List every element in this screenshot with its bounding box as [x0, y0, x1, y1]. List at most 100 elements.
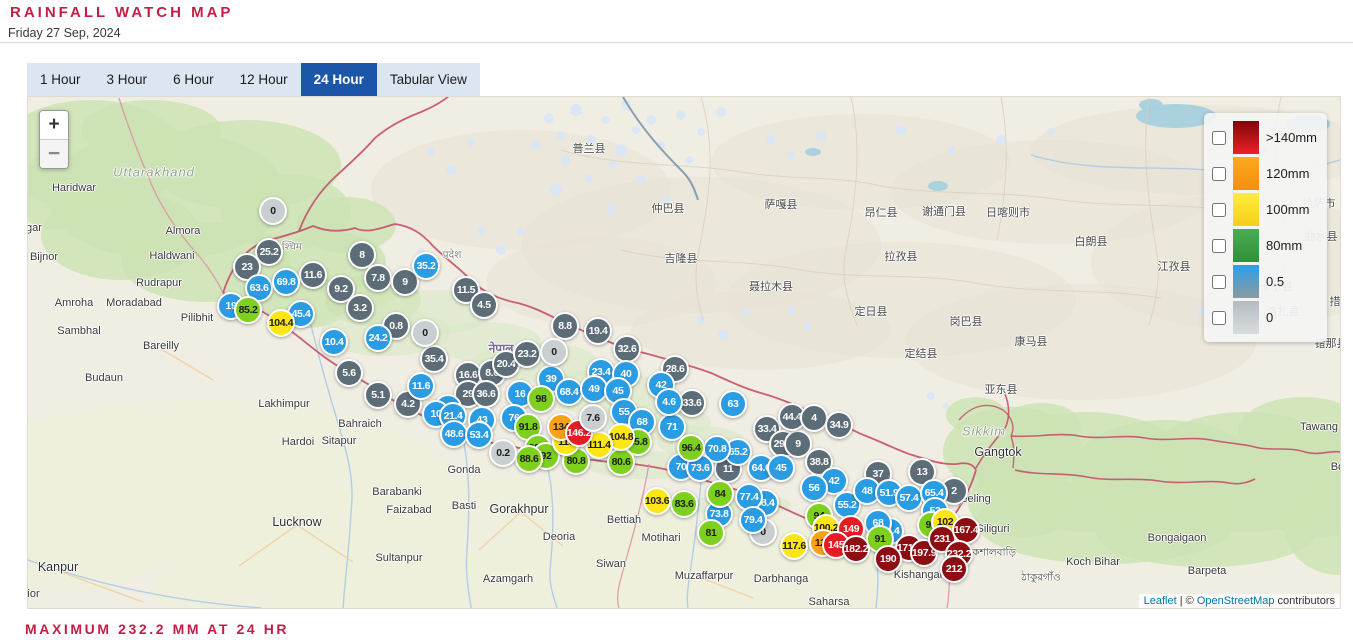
rain-marker[interactable]: 8.8: [551, 312, 579, 340]
rain-marker[interactable]: 212: [940, 555, 968, 583]
zoom-out-button[interactable]: −: [40, 139, 68, 168]
legend-row-red: >140mm: [1212, 121, 1317, 154]
map-label: 日喀则市: [986, 204, 1030, 220]
map-label: Gonda: [447, 464, 480, 476]
osm-link[interactable]: OpenStreetMap: [1197, 595, 1275, 607]
rain-marker[interactable]: 96.4: [677, 434, 705, 462]
legend-checkbox-orange[interactable]: [1212, 167, 1226, 181]
rain-marker[interactable]: 69.8: [272, 268, 300, 296]
rain-marker[interactable]: 35.2: [412, 252, 440, 280]
attribution-suffix: contributors: [1274, 595, 1335, 607]
legend-checkbox-gray[interactable]: [1212, 311, 1226, 325]
rain-marker[interactable]: 68.4: [555, 378, 583, 406]
report-date: Friday 27 Sep, 2024: [8, 26, 121, 40]
legend-checkbox-green[interactable]: [1212, 239, 1226, 253]
rain-marker[interactable]: 0: [411, 319, 439, 347]
rain-marker[interactable]: 190: [874, 545, 902, 573]
rain-marker[interactable]: 88.6: [515, 445, 543, 473]
map-label: Bijnor: [30, 251, 58, 263]
page-title: RAINFALL WATCH MAP: [10, 4, 233, 21]
zoom-in-button[interactable]: +: [40, 111, 68, 139]
map-label: ঠাকুরগাঁও: [1021, 571, 1060, 588]
map-label: Tawang: [1300, 421, 1338, 433]
tab-24-hour[interactable]: 24 Hour: [301, 63, 377, 96]
map-label: 萨嘎县: [765, 196, 798, 212]
rain-marker[interactable]: 34.9: [825, 411, 853, 439]
rain-marker[interactable]: 63: [719, 390, 747, 418]
tab-1-hour[interactable]: 1 Hour: [27, 63, 94, 96]
rain-marker[interactable]: 103.6: [643, 487, 671, 515]
legend-checkbox-blue[interactable]: [1212, 275, 1226, 289]
map-label: 吉隆县: [665, 250, 698, 266]
rain-marker[interactable]: 0.2: [489, 439, 517, 467]
header-divider: [0, 42, 1353, 43]
rain-marker[interactable]: 36.6: [472, 380, 500, 408]
legend-swatch-orange: [1233, 157, 1259, 190]
rain-marker[interactable]: 98: [527, 385, 555, 413]
map-label: 康马县: [1015, 333, 1048, 349]
rain-marker[interactable]: 53.4: [465, 421, 493, 449]
legend-label-green: 80mm: [1266, 238, 1302, 253]
rain-marker[interactable]: 182.2: [842, 535, 870, 563]
legend-row-gray: 0: [1212, 301, 1317, 334]
rain-marker[interactable]: 4.5: [470, 291, 498, 319]
map-label: 措美县: [1330, 293, 1342, 309]
rainfall-watch-page: RAINFALL WATCH MAP Friday 27 Sep, 2024 1…: [0, 0, 1353, 644]
map-label: Bom: [1331, 461, 1341, 473]
rain-marker[interactable]: 7.6: [579, 404, 607, 432]
rain-marker[interactable]: 79.4: [739, 506, 767, 534]
legend-checkbox-red[interactable]: [1212, 131, 1226, 145]
rain-marker[interactable]: 7.8: [364, 264, 392, 292]
rain-marker[interactable]: 83.6: [670, 490, 698, 518]
rain-marker[interactable]: 4.6: [655, 388, 683, 416]
rain-marker[interactable]: 19.4: [584, 317, 612, 345]
rain-marker[interactable]: 4: [800, 404, 828, 432]
rain-marker[interactable]: 11.6: [407, 372, 435, 400]
rain-marker[interactable]: 5.1: [364, 381, 392, 409]
map-label: Sultanpur: [375, 552, 422, 564]
rain-marker[interactable]: 0: [540, 338, 568, 366]
map-label: Siwan: [596, 558, 626, 570]
map-label: 定结县: [905, 345, 938, 361]
rain-marker[interactable]: 0: [259, 197, 287, 225]
tab-tabular-view[interactable]: Tabular View: [377, 63, 480, 96]
legend-label-gray: 0: [1266, 310, 1273, 325]
map-label: Kanpur: [38, 560, 78, 574]
rain-marker[interactable]: 81: [697, 519, 725, 547]
rain-marker[interactable]: 45: [767, 454, 795, 482]
tab-12-hour[interactable]: 12 Hour: [227, 63, 301, 96]
rainfall-map[interactable]: UttarakhandSikkimनेपालश्चिमप्रदेशHaridwa…: [27, 96, 1341, 609]
rain-marker[interactable]: 24.2: [364, 324, 392, 352]
tab-bar: 1 Hour3 Hour6 Hour12 Hour24 HourTabular …: [27, 63, 480, 96]
rain-marker[interactable]: 84: [706, 480, 734, 508]
maximum-rainfall-note: MAXIMUM 232.2 MM AT 24 HR: [25, 621, 289, 637]
rain-marker[interactable]: 85.2: [234, 296, 262, 324]
rain-marker[interactable]: 32.6: [613, 335, 641, 363]
tab-3-hour[interactable]: 3 Hour: [94, 63, 161, 96]
rain-marker[interactable]: 10.4: [320, 328, 348, 356]
rain-marker[interactable]: 80.6: [607, 448, 635, 476]
map-label: प्रदेश: [443, 248, 462, 262]
map-label: Gangtok: [974, 445, 1021, 459]
map-label: Lucknow: [272, 515, 321, 529]
map-label: Bahraich: [338, 418, 381, 430]
legend-checkbox-yellow[interactable]: [1212, 203, 1226, 217]
map-label: 仲巴县: [652, 200, 685, 216]
rainfall-legend: >140mm120mm100mm80mm0.50: [1204, 113, 1327, 342]
map-label: Bongaigaon: [1148, 532, 1207, 544]
rain-marker[interactable]: 48.6: [440, 420, 468, 448]
tab-6-hour[interactable]: 6 Hour: [160, 63, 227, 96]
rain-marker[interactable]: 104.4: [267, 309, 295, 337]
leaflet-link[interactable]: Leaflet: [1144, 595, 1177, 607]
rain-marker[interactable]: 3.2: [346, 294, 374, 322]
legend-label-yellow: 100mm: [1266, 202, 1309, 217]
rain-marker[interactable]: 5.6: [335, 359, 363, 387]
map-label: Almora: [166, 225, 201, 237]
rain-marker[interactable]: 35.4: [420, 345, 448, 373]
rain-marker[interactable]: 11.6: [299, 261, 327, 289]
rain-marker[interactable]: 56: [800, 474, 828, 502]
rain-marker[interactable]: 117.6: [780, 532, 808, 560]
rain-marker[interactable]: 23.2: [513, 340, 541, 368]
legend-swatch-gray: [1233, 301, 1259, 334]
rain-marker[interactable]: 57.4: [895, 484, 923, 512]
